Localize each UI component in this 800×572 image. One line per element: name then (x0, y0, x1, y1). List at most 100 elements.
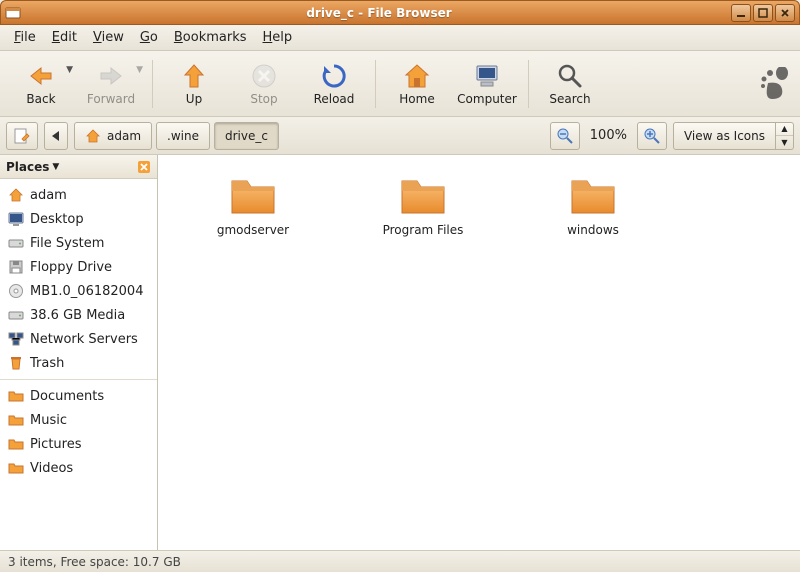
triangle-left-icon (52, 131, 60, 141)
trash-icon (8, 355, 24, 371)
folder-icon (229, 173, 277, 217)
gnome-logo-icon (760, 67, 790, 101)
close-icon (138, 161, 150, 173)
breadcrumb-label: .wine (167, 129, 199, 143)
file-name: Program Files (383, 223, 464, 237)
breadcrumb-adam[interactable]: adam (74, 122, 152, 150)
sidebar-item-label: Pictures (30, 437, 81, 452)
toolbar-separator (375, 60, 376, 108)
menu-go[interactable]: Go (134, 27, 164, 48)
up-arrow-icon (180, 62, 208, 90)
sidebar-close-button[interactable] (137, 160, 151, 174)
toolbar-separator (152, 60, 153, 108)
zoom-level: 100% (586, 128, 631, 143)
sidebar-item-adam[interactable]: adam (0, 183, 157, 207)
file-view[interactable]: gmodserver Program Files windows (158, 155, 800, 550)
sidebar-title[interactable]: Places▼ (6, 160, 133, 174)
location-bar: adam .wine drive_c 100% View as Icons ▲ ▼ (0, 117, 800, 155)
sidebar-item-label: Documents (30, 389, 104, 404)
sidebar-item-videos[interactable]: Videos (0, 456, 157, 480)
app-icon (5, 5, 21, 21)
sidebar-item-label: adam (30, 188, 67, 203)
sidebar-item-network-servers[interactable]: Network Servers (0, 327, 157, 351)
up-button[interactable]: Up (159, 55, 229, 113)
sidebar-item-floppy-drive[interactable]: Floppy Drive (0, 255, 157, 279)
status-text: 3 items, Free space: 10.7 GB (8, 555, 181, 569)
toolbar: Back ▼ Forward ▼ Up Stop Reload Home Com… (0, 51, 800, 117)
file-item-gmodserver[interactable]: gmodserver (208, 173, 298, 237)
breadcrumb-label: drive_c (225, 129, 268, 143)
view-mode-up-button[interactable]: ▲ (776, 123, 793, 137)
edit-path-button[interactable] (6, 122, 38, 150)
stop-icon (250, 62, 278, 90)
cd-icon (8, 283, 24, 299)
back-dropdown-icon[interactable]: ▼ (66, 65, 73, 75)
menu-file[interactable]: File (8, 27, 42, 48)
sidebar-item-label: Floppy Drive (30, 260, 112, 275)
breadcrumb-drive_c[interactable]: drive_c (214, 122, 279, 150)
home-icon (403, 62, 431, 90)
sidebar-item-desktop[interactable]: Desktop (0, 207, 157, 231)
sidebar: Places▼ adam Desktop File System Floppy Dri… (0, 155, 158, 550)
computer-icon (473, 62, 501, 90)
window-title: drive_c - File Browser (27, 6, 731, 20)
sidebar-item-label: 38.6 GB Media (30, 308, 125, 323)
sidebar-item-documents[interactable]: Documents (0, 384, 157, 408)
file-item-windows[interactable]: windows (548, 173, 638, 237)
sidebar-item-pictures[interactable]: Pictures (0, 432, 157, 456)
sidebar-header: Places▼ (0, 155, 157, 179)
sidebar-item-file-system[interactable]: File System (0, 231, 157, 255)
menu-view[interactable]: View (87, 27, 130, 48)
drive-icon (8, 307, 24, 323)
sidebar-divider (0, 379, 157, 380)
view-mode-selector[interactable]: View as Icons ▲ ▼ (673, 122, 794, 150)
toolbar-separator (528, 60, 529, 108)
network-icon (8, 331, 24, 347)
menu-help[interactable]: Help (257, 27, 299, 48)
breadcrumb--wine[interactable]: .wine (156, 122, 210, 150)
zoom-in-button[interactable] (637, 122, 667, 150)
folder-icon (8, 436, 24, 452)
note-pencil-icon (13, 127, 31, 145)
menu-bookmarks[interactable]: Bookmarks (168, 27, 253, 48)
zoom-out-icon (557, 128, 573, 144)
stop-button: Stop (229, 55, 299, 113)
menu-edit[interactable]: Edit (46, 27, 83, 48)
sidebar-item-mb1-0_06182004[interactable]: MB1.0_06182004 (0, 279, 157, 303)
folder-icon (569, 173, 617, 217)
forward-button: Forward ▼ (76, 55, 146, 113)
reload-icon (320, 62, 348, 90)
sidebar-item-label: Network Servers (30, 332, 138, 347)
search-button[interactable]: Search (535, 55, 605, 113)
back-button[interactable]: Back ▼ (6, 55, 76, 113)
forward-arrow-icon (97, 62, 125, 90)
window-close-button[interactable] (775, 4, 795, 22)
desktop-icon (8, 211, 24, 227)
reload-button[interactable]: Reload (299, 55, 369, 113)
path-back-button[interactable] (44, 122, 68, 150)
home-button[interactable]: Home (382, 55, 452, 113)
view-mode-label: View as Icons (673, 122, 776, 150)
drive-icon (8, 235, 24, 251)
window-maximize-button[interactable] (753, 4, 773, 22)
folder-icon (399, 173, 447, 217)
sidebar-item-label: File System (30, 236, 104, 251)
sidebar-item-trash[interactable]: Trash (0, 351, 157, 375)
file-name: windows (567, 223, 619, 237)
sidebar-item-label: Trash (30, 356, 64, 371)
statusbar: 3 items, Free space: 10.7 GB (0, 550, 800, 572)
view-mode-down-button[interactable]: ▼ (776, 136, 793, 149)
titlebar: drive_c - File Browser (0, 0, 800, 25)
computer-button[interactable]: Computer (452, 55, 522, 113)
folder-icon (8, 460, 24, 476)
file-name: gmodserver (217, 223, 289, 237)
sidebar-item-label: Music (30, 413, 67, 428)
sidebar-item-music[interactable]: Music (0, 408, 157, 432)
sidebar-item-label: MB1.0_06182004 (30, 284, 143, 299)
home-icon (85, 128, 101, 144)
window-minimize-button[interactable] (731, 4, 751, 22)
sidebar-item-label: Videos (30, 461, 73, 476)
zoom-out-button[interactable] (550, 122, 580, 150)
file-item-program-files[interactable]: Program Files (378, 173, 468, 237)
sidebar-item-38-6-gb-media[interactable]: 38.6 GB Media (0, 303, 157, 327)
